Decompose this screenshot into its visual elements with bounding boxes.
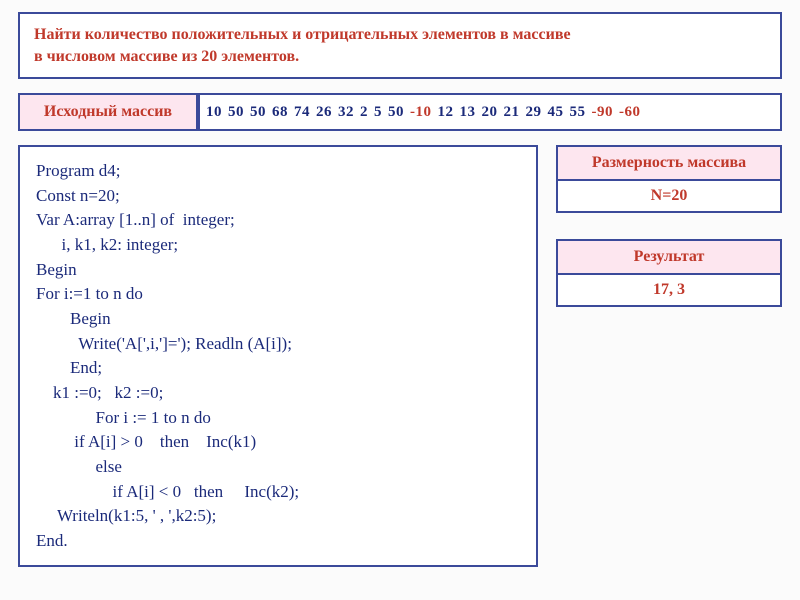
array-value: 45 [548, 104, 564, 121]
code-listing: Program d4; Const n=20; Var A:array [1..… [18, 145, 538, 567]
code-line: k1 :=0; k2 :=0; [36, 381, 520, 406]
code-line: For i:=1 to n do [36, 282, 520, 307]
task-description: Найти количество положительных и отрицат… [18, 12, 782, 79]
code-line: Begin [36, 258, 520, 283]
task-line2: в числовом массиве из 20 элементов. [34, 46, 766, 68]
code-line: Begin [36, 307, 520, 332]
source-array-row: Исходный массив 105050687426322550-10121… [18, 93, 782, 131]
code-line: i, k1, k2: integer; [36, 233, 520, 258]
array-value: -10 [410, 104, 432, 121]
code-line: else [36, 455, 520, 480]
dimension-value: N=20 [556, 181, 782, 213]
array-value: 50 [228, 104, 244, 121]
code-line: Var A:array [1..n] of integer; [36, 208, 520, 233]
array-value: 10 [206, 104, 222, 121]
array-value: 2 [360, 104, 368, 121]
source-array-values: 10 50 50 68 74 26 32 25 50 -10 12 13 20 21 29 45 55 -90 -6… [198, 93, 782, 131]
task-line1: Найти количество положительных и отрицат… [34, 24, 766, 46]
side-column: Размерность массива N=20 Результат 17, 3 [556, 145, 782, 307]
dimension-block: Размерность массива N=20 [556, 145, 782, 213]
array-value: 13 [460, 104, 476, 121]
array-value: -90 [592, 104, 614, 121]
source-array-label: Исходный массив [18, 93, 198, 131]
array-value: 50 [250, 104, 266, 121]
code-line: if A[i] > 0 then Inc(k1) [36, 430, 520, 455]
array-value: 21 [504, 104, 520, 121]
array-value: 29 [526, 104, 542, 121]
array-value: 68 [272, 104, 288, 121]
array-value: 12 [438, 104, 454, 121]
code-line: End. [36, 529, 520, 554]
code-line: Write('A[',i,']='); Readln (A[i]); [36, 332, 520, 357]
array-value: 20 [482, 104, 498, 121]
array-value: -60 [619, 104, 641, 121]
code-line: Writeln(k1:5, ' , ',k2:5); [36, 504, 520, 529]
code-line: if A[i] < 0 then Inc(k2); [36, 480, 520, 505]
result-value: 17, 3 [556, 275, 782, 307]
array-value: 50 [388, 104, 404, 121]
result-block: Результат 17, 3 [556, 239, 782, 307]
array-value: 74 [294, 104, 310, 121]
main-row: Program d4; Const n=20; Var A:array [1..… [18, 145, 782, 567]
code-line: For i := 1 to n do [36, 406, 520, 431]
result-header: Результат [556, 239, 782, 275]
dimension-header: Размерность массива [556, 145, 782, 181]
array-value: 32 [338, 104, 354, 121]
code-line: End; [36, 356, 520, 381]
array-value: 5 [374, 104, 382, 121]
code-line: Const n=20; [36, 184, 520, 209]
array-value: 55 [570, 104, 586, 121]
array-value: 26 [316, 104, 332, 121]
code-line: Program d4; [36, 159, 520, 184]
